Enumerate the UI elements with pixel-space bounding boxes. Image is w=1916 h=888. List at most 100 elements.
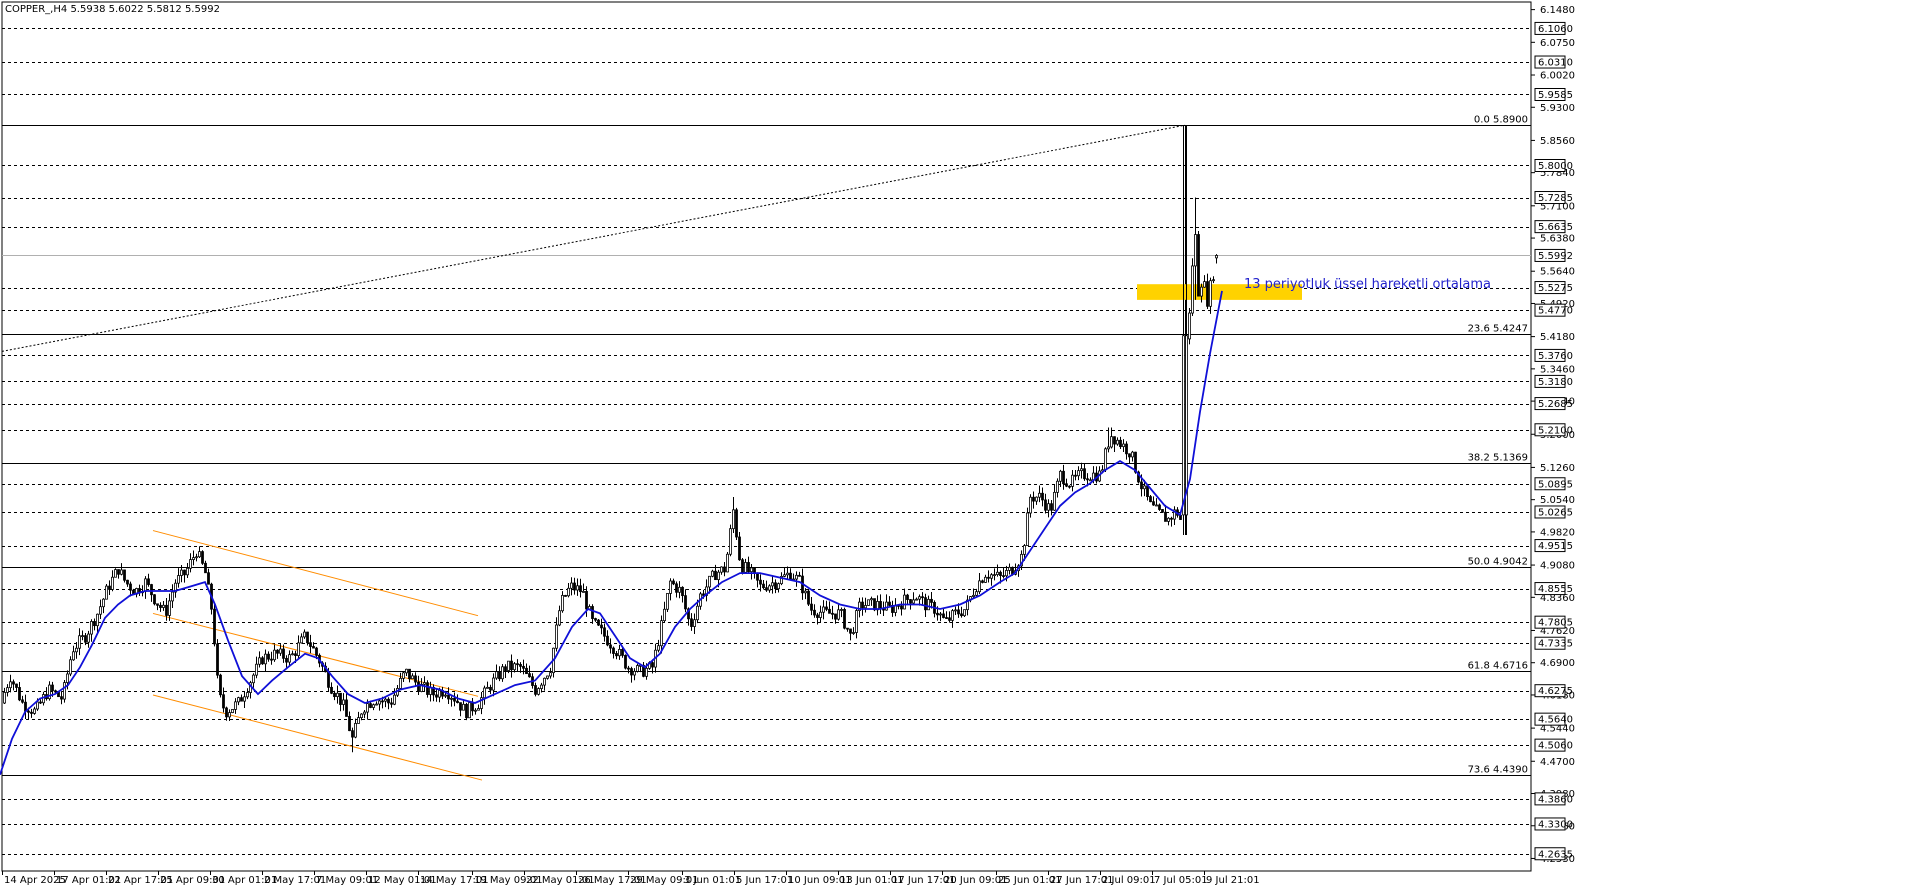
candle-body: [942, 613, 945, 618]
candle-body: [387, 698, 390, 704]
level-price-label: 4.2635: [1538, 849, 1573, 860]
candle-body: [1215, 255, 1218, 259]
candle-body: [9, 681, 12, 689]
candle-body: [1131, 451, 1134, 458]
candle: [201, 550, 204, 565]
candle-body: [1026, 512, 1029, 546]
candle: [231, 709, 234, 714]
candle-body: [231, 709, 234, 713]
candle-body: [348, 716, 351, 732]
candle-body: [1152, 501, 1155, 506]
price-tick-label: 5.6380: [1540, 234, 1575, 245]
candle-body: [402, 672, 405, 679]
candle-body: [312, 646, 315, 649]
candle-body: [864, 605, 867, 609]
candle-body: [594, 618, 597, 621]
candle-body: [528, 673, 531, 678]
candle-body: [975, 591, 978, 596]
candle-body: [489, 686, 492, 691]
candle-body: [819, 611, 822, 618]
candle-body: [1212, 279, 1215, 282]
candle-body: [450, 697, 453, 700]
candle-body: [804, 590, 807, 594]
candle-body: [549, 672, 552, 677]
candle-body: [63, 682, 66, 700]
price-chart[interactable]: 0.0 5.8900 23.6 5.4247 38.2 5.1369 50.0 4.9…: [0, 0, 1916, 888]
candle-body: [945, 617, 948, 619]
candle-body: [870, 598, 873, 601]
candle-body: [495, 671, 498, 679]
candle-body: [1008, 566, 1011, 571]
level-price-label: 4.5060: [1538, 741, 1573, 752]
candle-body: [315, 647, 318, 656]
time-tick-label: 5 Jun 17:01: [736, 875, 793, 886]
symbol-header: COPPER_,H4 5.5938 5.6022 5.5812 5.5992: [5, 4, 220, 15]
candle-body: [888, 601, 891, 606]
candle-body: [87, 633, 90, 643]
candle-body: [609, 644, 612, 649]
candle: [114, 568, 117, 578]
candle-body: [972, 594, 975, 597]
candle-body: [207, 572, 210, 585]
candle-body: [879, 601, 882, 609]
candle-body: [471, 702, 474, 712]
candle-body: [885, 601, 888, 611]
candle: [843, 607, 846, 630]
candle-body: [777, 583, 780, 590]
candle-body: [1125, 443, 1128, 455]
candle: [123, 569, 126, 583]
candle-body: [6, 687, 9, 693]
candle-body: [417, 681, 420, 692]
candle-body: [1032, 496, 1035, 502]
candle-body: [798, 574, 801, 577]
candle-body: [1122, 443, 1125, 448]
candle-body: [219, 674, 222, 696]
chart-root: 0.0 5.8900 23.6 5.4247 38.2 5.1369 50.0 4.9…: [0, 0, 1916, 888]
candle-body: [1107, 446, 1110, 450]
candle-body: [1059, 470, 1062, 482]
candle-body: [366, 703, 369, 713]
candle-body: [1029, 496, 1032, 514]
candle-body: [957, 609, 960, 615]
candle-body: [660, 620, 663, 647]
candle-body: [984, 576, 987, 583]
level-price-label: 4.3860: [1538, 794, 1573, 805]
candle-body: [831, 612, 834, 615]
candle: [597, 619, 600, 627]
candle-body: [510, 660, 513, 671]
candle-body: [225, 707, 228, 718]
candle-body: [579, 585, 582, 593]
candle: [1197, 230, 1200, 297]
candle-body: [822, 606, 825, 613]
candle-body: [408, 668, 411, 680]
candle-body: [771, 582, 774, 587]
candle-body: [681, 586, 684, 597]
candle: [1026, 507, 1029, 546]
candle-body: [264, 653, 267, 665]
candle-body: [759, 579, 762, 585]
candle-body: [435, 694, 438, 698]
candle-body: [195, 556, 198, 559]
candle-body: [462, 703, 465, 711]
candle-body: [1083, 468, 1086, 480]
candle-body: [903, 594, 906, 610]
candle-body: [51, 684, 54, 692]
candle-body: [735, 509, 738, 538]
candle-body: [663, 608, 666, 622]
candle-body: [204, 562, 207, 574]
candle-body: [567, 587, 570, 597]
candle-body: [669, 580, 672, 594]
level-price-label: 5.2100: [1538, 425, 1573, 436]
candle-body: [612, 647, 615, 654]
candle-body: [906, 594, 909, 600]
candle-body: [690, 618, 693, 627]
candle-body: [150, 584, 153, 596]
candle-body: [789, 572, 792, 580]
candle-body: [837, 609, 840, 620]
candle-body: [303, 631, 306, 638]
candle-body: [336, 692, 339, 698]
price-tick-label: 5.8560: [1540, 136, 1575, 147]
candle-body: [1119, 439, 1122, 448]
candle-body: [456, 700, 459, 704]
candle-body: [795, 574, 798, 580]
